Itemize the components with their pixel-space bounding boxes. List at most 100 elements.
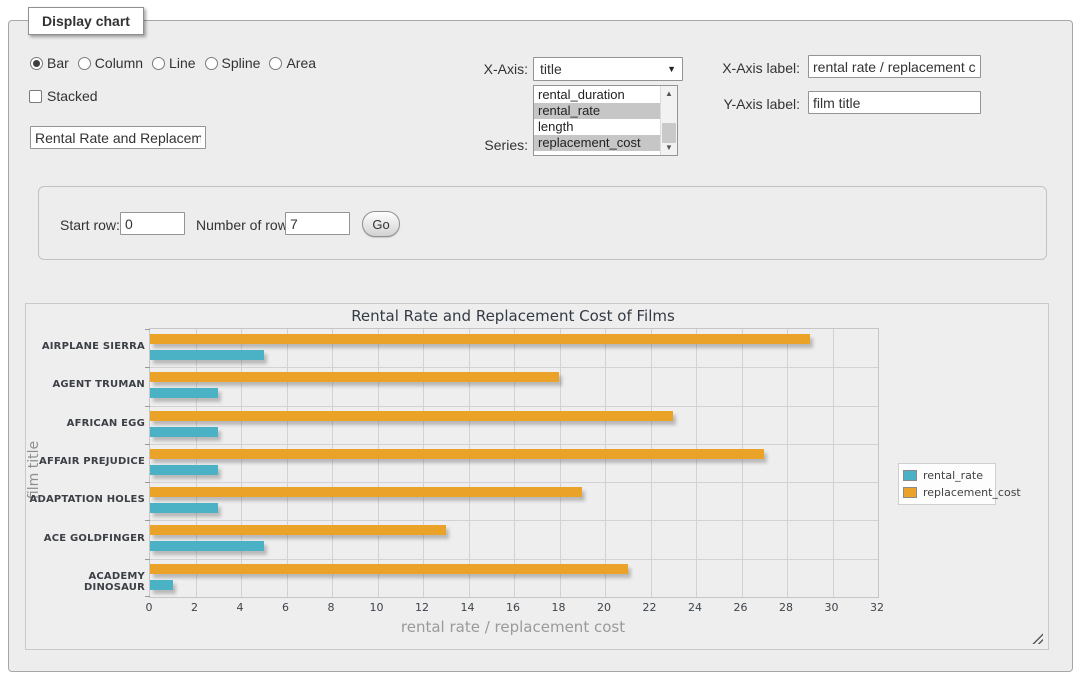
x-axis-label-input[interactable] — [808, 55, 981, 78]
bar-replacement-cost — [150, 334, 810, 344]
chart-type-option-bar[interactable]: Bar — [30, 55, 69, 71]
x-tick-label: 26 — [726, 601, 756, 614]
chart-type-option-label: Bar — [47, 55, 69, 71]
resize-handle-icon[interactable] — [1032, 633, 1043, 644]
listbox-scrollbar[interactable]: ▲ ▼ — [660, 86, 677, 155]
radio-dot — [33, 60, 40, 67]
bar-rental-rate — [150, 503, 218, 513]
gridline — [332, 329, 333, 597]
radio-icon[interactable] — [30, 57, 43, 70]
bar-replacement-cost — [150, 487, 582, 497]
x-tick-label: 18 — [544, 601, 574, 614]
chart-x-axis-label: rental rate / replacement cost — [149, 618, 877, 636]
x-tick-label: 32 — [862, 601, 892, 614]
chart-title-input[interactable] — [30, 126, 206, 149]
chart-type-option-area[interactable]: Area — [269, 55, 316, 71]
chart-type-option-label: Line — [169, 55, 195, 71]
series-select-label: Series: — [450, 137, 528, 153]
plot-area — [149, 328, 879, 598]
legend-entry-replacement_cost: replacement_cost — [903, 484, 991, 501]
fieldset-legend: Display chart — [28, 7, 144, 35]
gridline — [150, 444, 878, 445]
radio-icon[interactable] — [205, 57, 218, 70]
y-axis-label-input[interactable] — [808, 91, 981, 114]
go-button[interactable]: Go — [362, 211, 400, 237]
bar-replacement-cost — [150, 372, 559, 382]
y-tick-mark — [145, 482, 150, 483]
x-tick-label: 10 — [362, 601, 392, 614]
gridline — [196, 329, 197, 597]
y-tick-mark — [145, 596, 150, 597]
chart-panel: Rental Rate and Replacement Cost of Film… — [25, 303, 1049, 650]
x-tick-label: 20 — [589, 601, 619, 614]
bar-rental-rate — [150, 388, 218, 398]
y-tick-mark — [145, 520, 150, 521]
number-of-rows-input[interactable] — [285, 212, 350, 235]
x-tick-label: 28 — [771, 601, 801, 614]
bar-replacement-cost — [150, 449, 764, 459]
x-tick-label: 30 — [817, 601, 847, 614]
y-category-label: AIRPLANE SIERRA — [28, 341, 145, 352]
y-tick-mark — [145, 559, 150, 560]
x-tick-label: 6 — [271, 601, 301, 614]
series-option-rental_rate[interactable]: rental_rate — [534, 103, 660, 119]
chart-type-option-column[interactable]: Column — [78, 55, 143, 71]
y-category-label: ACADEMY DINOSAUR — [28, 571, 145, 593]
y-axis-label-field-label: Y-Axis label: — [700, 96, 800, 112]
chart-type-option-label: Spline — [222, 55, 261, 71]
chart-title: Rental Rate and Replacement Cost of Film… — [149, 307, 877, 325]
x-tick-label: 8 — [316, 601, 346, 614]
gridline — [560, 329, 561, 597]
x-axis-select[interactable]: title ▼ — [533, 57, 683, 81]
x-tick-label: 2 — [180, 601, 210, 614]
chart-type-option-label: Area — [286, 55, 316, 71]
start-row-input[interactable] — [120, 212, 185, 235]
gridline — [742, 329, 743, 597]
y-tick-mark — [145, 406, 150, 407]
bar-rental-rate — [150, 541, 264, 551]
bar-replacement-cost — [150, 411, 673, 421]
scroll-up-icon[interactable]: ▲ — [661, 86, 677, 101]
bar-rental-rate — [150, 350, 264, 360]
radio-icon[interactable] — [78, 57, 91, 70]
gridline — [287, 329, 288, 597]
gridline — [833, 329, 834, 597]
gridline — [469, 329, 470, 597]
chart-type-option-spline[interactable]: Spline — [205, 55, 261, 71]
stacked-checkbox[interactable] — [29, 90, 42, 103]
x-ticks: 02468101214161820222426283032 — [149, 601, 877, 615]
gridline — [423, 329, 424, 597]
gridline — [605, 329, 606, 597]
gridline — [696, 329, 697, 597]
chart-type-option-label: Column — [95, 55, 143, 71]
x-axis-label-field-label: X-Axis label: — [700, 60, 800, 76]
y-tick-mark — [145, 329, 150, 330]
x-tick-label: 22 — [635, 601, 665, 614]
bar-replacement-cost — [150, 564, 628, 574]
chart-legend: rental_rate replacement_cost — [898, 463, 996, 505]
radio-icon[interactable] — [269, 57, 282, 70]
series-listbox[interactable]: rental_durationrental_ratelengthreplacem… — [533, 85, 678, 156]
number-of-rows-label: Number of rows: — [196, 217, 299, 233]
series-option-length[interactable]: length — [534, 119, 660, 135]
gridline — [150, 520, 878, 521]
gridline — [787, 329, 788, 597]
x-tick-label: 0 — [134, 601, 164, 614]
radio-icon[interactable] — [152, 57, 165, 70]
row-controls-panel — [38, 186, 1047, 260]
chart-type-option-line[interactable]: Line — [152, 55, 195, 71]
scrollbar-thumb[interactable] — [662, 123, 676, 143]
bar-replacement-cost — [150, 525, 446, 535]
y-category-label: AFRICAN EGG — [28, 418, 145, 429]
series-option-replacement_cost[interactable]: replacement_cost — [534, 135, 660, 151]
legend-label: rental_rate — [923, 469, 983, 482]
series-option-rental_duration[interactable]: rental_duration — [534, 87, 660, 103]
page: Display chart Bar Column Line Spline Area St… — [0, 0, 1081, 681]
y-category-label: AGENT TRUMAN — [28, 379, 145, 390]
bar-rental-rate — [150, 427, 218, 437]
y-tick-mark — [145, 444, 150, 445]
x-tick-label: 12 — [407, 601, 437, 614]
y-tick-mark — [145, 367, 150, 368]
stacked-option[interactable]: Stacked — [29, 88, 98, 104]
x-tick-label: 24 — [680, 601, 710, 614]
